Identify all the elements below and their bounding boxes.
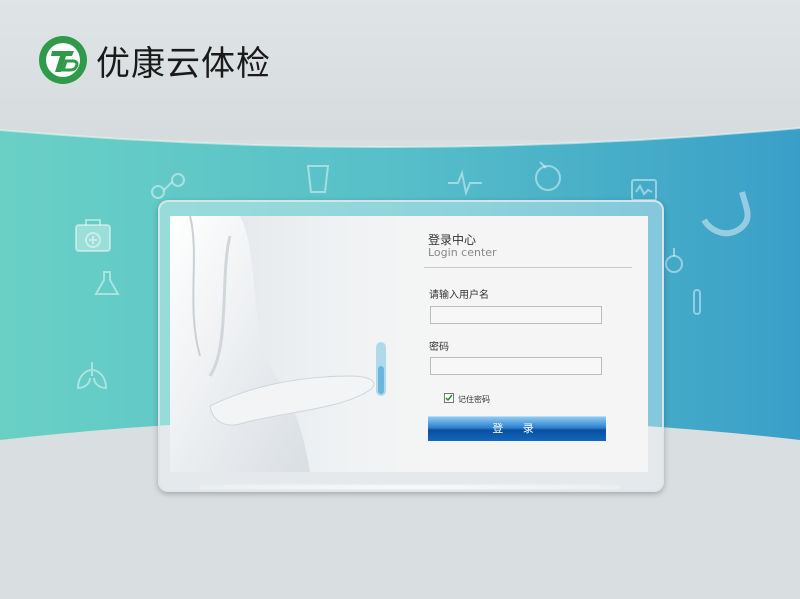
login-button[interactable]: 登 录 (428, 416, 606, 441)
username-input[interactable] (430, 306, 602, 324)
remember-label: 记住密码 (458, 395, 490, 404)
login-card: 登录中心 Login center 请输入用户名 密码 记住密码 登 录 (170, 216, 648, 472)
medical-kit-icon (75, 219, 111, 252)
password-input[interactable] (430, 357, 602, 375)
login-subtitle: Login center (428, 246, 497, 259)
card-reflection (200, 484, 620, 490)
username-label: 请输入用户名 (429, 290, 489, 301)
password-label: 密码 (429, 342, 449, 353)
checkmark-icon (445, 394, 453, 402)
divider (424, 267, 632, 268)
logo-icon (39, 36, 87, 84)
remember-checkbox[interactable] (444, 393, 454, 403)
brand-name: 优康云体检 (96, 44, 271, 84)
doctor-photo (170, 216, 430, 472)
